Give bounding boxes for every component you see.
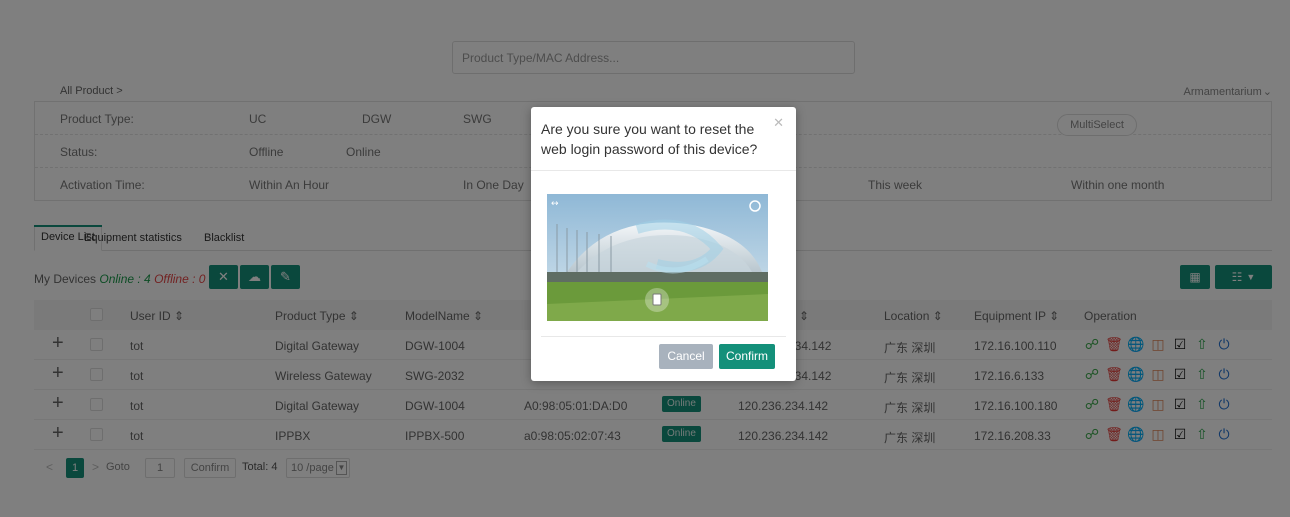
dialog-title: Are you sure you want to reset the web l…: [541, 121, 758, 157]
reset-password-dialog: Are you sure you want to reset the web l…: [531, 107, 796, 381]
dialog-divider: [531, 170, 796, 171]
dialog-footer-divider: [541, 336, 786, 337]
cancel-button[interactable]: Cancel: [659, 344, 713, 369]
close-icon[interactable]: ✕: [773, 115, 784, 131]
captcha-image[interactable]: ↔: [547, 194, 768, 321]
stadium-image: ↔: [547, 194, 768, 321]
svg-text:↔: ↔: [551, 199, 559, 209]
confirm-button[interactable]: Confirm: [719, 344, 775, 369]
